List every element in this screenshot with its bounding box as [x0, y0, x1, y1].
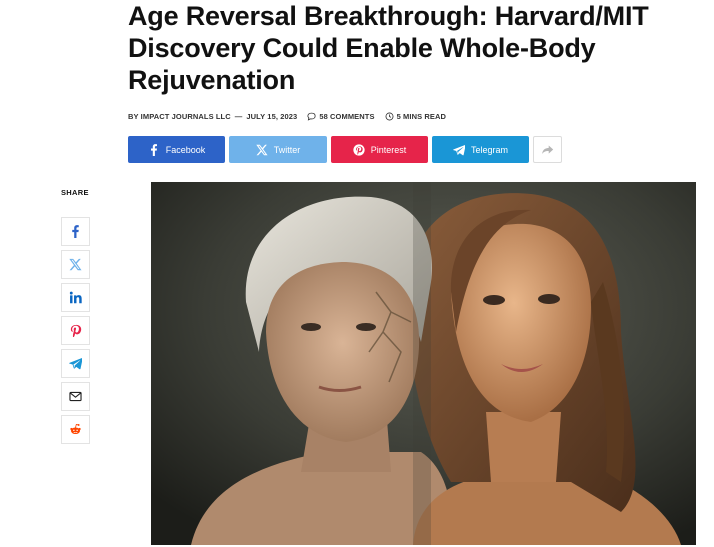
comment-icon [307, 112, 316, 121]
sidebar-telegram-button[interactable] [61, 349, 90, 378]
facebook-icon [150, 143, 157, 156]
share-telegram-label: Telegram [470, 144, 508, 155]
hero-illustration [151, 182, 696, 545]
share-twitter-label: Twitter [273, 144, 301, 155]
sidebar-facebook-button[interactable] [61, 217, 90, 246]
sidebar-reddit-button[interactable] [61, 415, 90, 444]
share-arrow-icon [542, 145, 554, 154]
pinterest-icon [70, 324, 82, 337]
article-title: Age Reversal Breakthrough: Harvard/MIT D… [128, 1, 649, 95]
byline[interactable]: BY IMPACT JOURNALS LLC [128, 112, 231, 121]
telegram-icon [453, 144, 465, 155]
publish-date: JULY 15, 2023 [246, 111, 298, 121]
share-pinterest-button[interactable]: Pinterest [331, 136, 428, 163]
hero-image[interactable] [151, 182, 696, 545]
sidebar-pinterest-button[interactable] [61, 316, 90, 345]
pinterest-icon [353, 143, 365, 156]
comments-count[interactable]: 58 COMMENTS [319, 112, 374, 121]
share-twitter-button[interactable]: Twitter [229, 136, 327, 163]
x-icon [256, 144, 268, 155]
clock-icon [385, 112, 394, 121]
sidebar-linkedin-button[interactable] [61, 283, 90, 312]
sidebar-email-button[interactable] [61, 382, 90, 411]
sidebar-share-label: SHARE [61, 188, 89, 197]
email-icon [69, 391, 82, 402]
sidebar-share-buttons [61, 217, 90, 444]
reddit-icon [70, 423, 81, 435]
share-facebook-label: Facebook [165, 144, 206, 155]
sidebar-twitter-button[interactable] [61, 250, 90, 279]
x-icon [69, 258, 82, 271]
share-telegram-button[interactable]: Telegram [432, 136, 529, 163]
more-share-button[interactable] [533, 136, 562, 163]
meta-separator: — [234, 111, 243, 121]
article-meta: BY IMPACT JOURNALS LLC — JULY 15, 2023 5… [128, 110, 446, 122]
share-pinterest-label: Pinterest [370, 144, 407, 155]
linkedin-icon [69, 291, 82, 304]
facebook-icon [72, 225, 79, 238]
share-buttons-row: Facebook Twitter Pinterest Telegram [128, 136, 562, 163]
telegram-icon [69, 358, 82, 370]
read-time: 5 MINS READ [396, 111, 447, 121]
share-facebook-button[interactable]: Facebook [128, 136, 225, 163]
